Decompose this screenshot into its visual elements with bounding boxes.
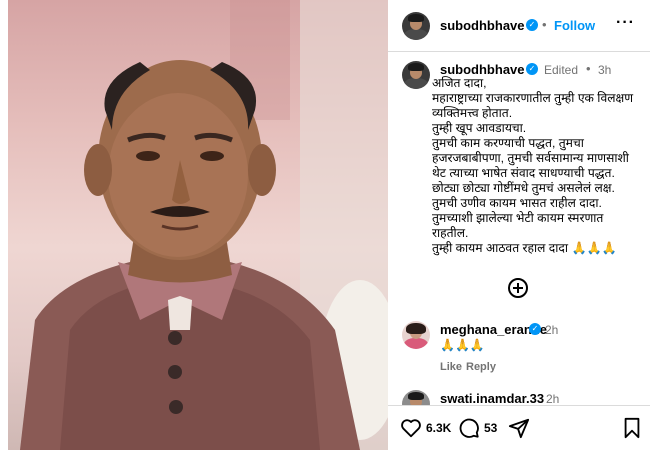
plus-circle-icon[interactable] bbox=[508, 278, 528, 298]
post-action-bar: 6.3K 53 bbox=[388, 405, 650, 450]
comment-age[interactable]: 2h bbox=[546, 392, 559, 406]
post-caption: अजित दादा, महाराष्ट्राच्या राजकारणातील त… bbox=[432, 76, 634, 255]
comment-reply-button[interactable]: Reply bbox=[466, 361, 496, 373]
author-avatar[interactable] bbox=[402, 12, 430, 40]
verified-badge-icon: ✓ bbox=[529, 323, 541, 335]
edited-label: Edited bbox=[544, 63, 579, 77]
paper-plane-icon[interactable] bbox=[508, 417, 530, 439]
verified-badge-icon: ✓ bbox=[526, 19, 538, 31]
post-photo[interactable] bbox=[0, 0, 388, 450]
portrait-illustration bbox=[20, 0, 388, 450]
commenter-avatar[interactable] bbox=[402, 321, 430, 349]
follow-button[interactable]: Follow bbox=[554, 18, 595, 33]
post-header: subodhbhave ✓ • Follow ··· bbox=[388, 0, 650, 52]
like-count[interactable]: 6.3K bbox=[426, 421, 451, 435]
verified-badge-icon: ✓ bbox=[526, 63, 538, 75]
more-options-icon[interactable]: ··· bbox=[616, 14, 635, 32]
caption-author-username[interactable]: subodhbhave bbox=[440, 62, 525, 77]
separator-dot: • bbox=[586, 61, 591, 76]
instagram-post-view: subodhbhave ✓ • Follow ··· subodhbhave ✓… bbox=[0, 0, 650, 450]
author-username[interactable]: subodhbhave bbox=[440, 18, 525, 33]
post-age[interactable]: 3h bbox=[598, 63, 611, 77]
comment-age[interactable]: 2h bbox=[545, 323, 558, 337]
comment-text: 🙏🙏🙏 bbox=[440, 338, 485, 352]
post-sidebar: subodhbhave ✓ • Follow ··· subodhbhave ✓… bbox=[388, 0, 650, 450]
bookmark-icon[interactable] bbox=[622, 417, 642, 439]
separator-dot: • bbox=[542, 17, 547, 32]
caption-author-avatar[interactable] bbox=[402, 61, 430, 89]
comment-count[interactable]: 53 bbox=[484, 421, 497, 435]
heart-icon[interactable] bbox=[400, 417, 422, 439]
comment-bubble-icon[interactable] bbox=[458, 417, 480, 439]
comment-username[interactable]: swati.inamdar.33 bbox=[440, 391, 544, 406]
comment-like-button[interactable]: Like bbox=[440, 361, 462, 373]
